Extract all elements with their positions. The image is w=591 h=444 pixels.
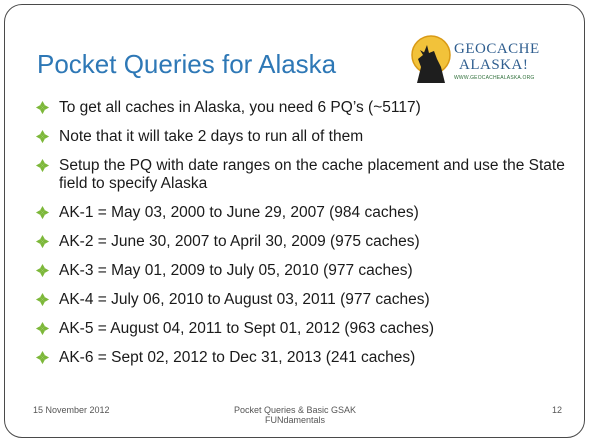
diamond-bullet-icon bbox=[35, 205, 50, 220]
logo-url: WWW.GEOCACHEALASKA.ORG bbox=[454, 75, 535, 81]
logo-word-geocache: GEOCACHE bbox=[454, 41, 540, 57]
bullet-item: AK-3 = May 01, 2009 to July 05, 2010 (97… bbox=[35, 262, 575, 280]
diamond-bullet-icon bbox=[35, 350, 50, 365]
bullet-item: AK-4 = July 06, 2010 to August 03, 2011 … bbox=[35, 291, 575, 309]
bullet-item: AK-5 = August 04, 2011 to Sept 01, 2012 … bbox=[35, 320, 575, 338]
diamond-bullet-icon bbox=[35, 129, 50, 144]
diamond-bullet-icon bbox=[35, 158, 50, 173]
diamond-bullet-icon bbox=[35, 292, 50, 307]
bullet-list: To get all caches in Alaska, you need 6 … bbox=[35, 99, 575, 378]
bullet-item: AK-1 = May 03, 2000 to June 29, 2007 (98… bbox=[35, 204, 575, 222]
bullet-text: AK-3 = May 01, 2009 to July 05, 2010 (97… bbox=[59, 262, 413, 279]
slide: Pocket Queries for Alaska GEOCACHE ALASK… bbox=[4, 4, 585, 438]
page-number: 12 bbox=[551, 405, 562, 415]
diamond-bullet-icon bbox=[35, 263, 50, 278]
howling-wolf-icon bbox=[411, 35, 451, 83]
diamond-bullet-icon bbox=[35, 100, 50, 115]
bullet-text: Setup the PQ with date ranges on the cac… bbox=[59, 157, 565, 192]
bullet-text: AK-1 = May 03, 2000 to June 29, 2007 (98… bbox=[59, 204, 419, 221]
footer-title-line2: FUNdamentals bbox=[264, 415, 326, 425]
diamond-bullet-icon bbox=[35, 321, 50, 336]
bullet-text: AK-6 = Sept 02, 2012 to Dec 31, 2013 (24… bbox=[59, 349, 416, 366]
bullet-text: AK-5 = August 04, 2011 to Sept 01, 2012 … bbox=[59, 320, 434, 337]
bullet-text: To get all caches in Alaska, you need 6 … bbox=[59, 99, 421, 116]
footer-title-line1: Pocket Queries & Basic GSAK bbox=[233, 405, 357, 415]
diamond-bullet-icon bbox=[35, 234, 50, 249]
bullet-item: AK-2 = June 30, 2007 to April 30, 2009 (… bbox=[35, 233, 575, 251]
geocache-alaska-logo: GEOCACHE ALASKA! WWW.GEOCACHEALASKA.ORG bbox=[407, 33, 584, 87]
bullet-text: AK-4 = July 06, 2010 to August 03, 2011 … bbox=[59, 291, 430, 308]
bullet-item: To get all caches in Alaska, you need 6 … bbox=[35, 99, 575, 117]
slide-title: Pocket Queries for Alaska bbox=[37, 49, 337, 79]
bullet-item: AK-6 = Sept 02, 2012 to Dec 31, 2013 (24… bbox=[35, 349, 575, 367]
bullet-text: Note that it will take 2 days to run all… bbox=[59, 128, 364, 145]
logo-word-alaska: ALASKA! bbox=[459, 57, 529, 73]
footer-date: 15 November 2012 bbox=[33, 405, 110, 415]
bullet-item: Note that it will take 2 days to run all… bbox=[35, 128, 575, 146]
footer-title: Pocket Queries & Basic GSAK FUNdamentals bbox=[205, 405, 385, 425]
bullet-item: Setup the PQ with date ranges on the cac… bbox=[35, 157, 575, 193]
bullet-text: AK-2 = June 30, 2007 to April 30, 2009 (… bbox=[59, 233, 420, 250]
